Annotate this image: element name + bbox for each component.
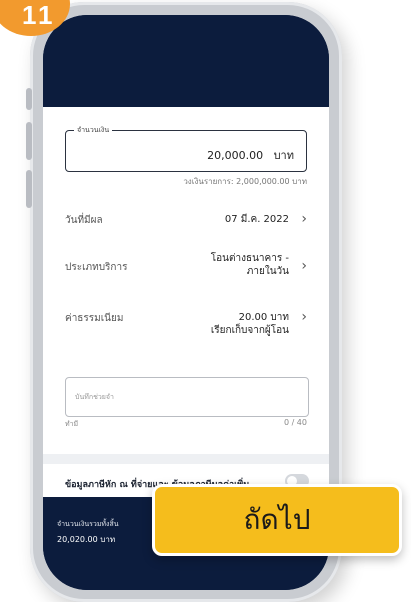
amount-field[interactable]: จำนวนเงิน 20,000.00 บาท <box>65 125 307 172</box>
chevron-right-icon: › <box>301 211 307 227</box>
next-button[interactable]: ถัดไป <box>152 484 402 556</box>
service-type-label: ประเภทบริการ <box>65 262 128 273</box>
service-type-line1: โอนต่างธนาคาร - <box>210 253 289 264</box>
next-button-label: ถัดไป <box>243 503 311 536</box>
fee-payer: เรียกเก็บจากผู้โอน <box>210 325 289 336</box>
memo-char-counter: 0 / 40 <box>283 418 307 427</box>
amount-value: 20,000.00 บาท <box>207 146 294 164</box>
total-value: 20,020.00 บาท <box>57 535 116 544</box>
amount-unit: บาท <box>273 149 294 162</box>
phone-side-button <box>26 170 32 208</box>
amount-label: จำนวนเงิน <box>74 125 113 136</box>
memo-optional-label: ทำมี <box>65 420 79 428</box>
memo-placeholder: บันทึกช่วยจำ <box>75 393 114 401</box>
step-number: 11 <box>22 0 56 30</box>
fee-amount: 20.00 บาท <box>238 312 289 323</box>
amount-number: 20,000.00 <box>207 149 264 162</box>
chevron-right-icon: › <box>301 258 307 274</box>
app-header <box>43 15 329 107</box>
phone-side-button <box>26 88 32 110</box>
transfer-form: จำนวนเงิน 20,000.00 บาท วงเงินรายการ: 2,… <box>43 107 329 497</box>
section-divider <box>43 454 329 464</box>
fee-value: 20.00 บาท เรียกเก็บจากผู้โอน <box>211 311 289 337</box>
effective-date-value: 07 มี.ค. 2022 <box>224 214 289 225</box>
service-type-line2: ภายในวัน <box>246 266 289 277</box>
amount-limit-hint: วงเงินรายการ: 2,000,000.00 บาท <box>183 177 307 186</box>
total-label: จำนวนเงินรวมทั้งสิ้น <box>57 520 119 528</box>
service-type-value: โอนต่างธนาคาร - ภายในวัน <box>211 252 289 278</box>
phone-side-button <box>26 122 32 160</box>
fee-label: ค่าธรรมเนียม <box>65 313 124 324</box>
memo-input[interactable]: บันทึกช่วยจำ <box>65 377 309 417</box>
effective-date-label: วันที่มีผล <box>65 215 103 226</box>
chevron-right-icon: › <box>301 309 307 325</box>
